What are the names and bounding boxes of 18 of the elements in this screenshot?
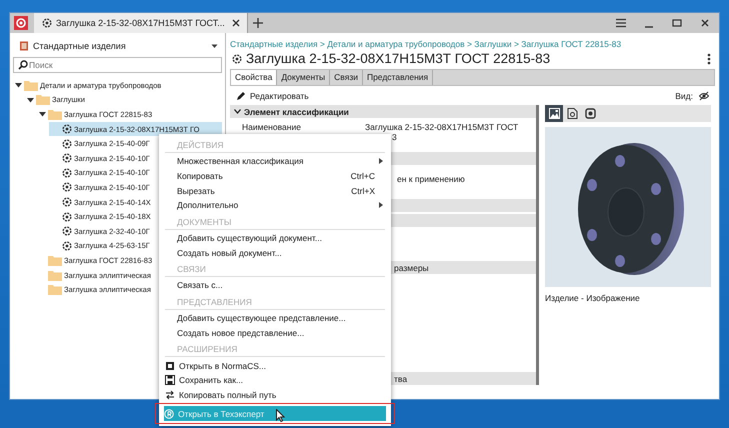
tab-title: Заглушка 2-15-32-08Х17Н15М3Т ГОСТ... bbox=[56, 18, 225, 28]
image-caption: Изделие - Изображение bbox=[545, 293, 641, 303]
menu-section-title: СВЯЗИ bbox=[165, 260, 385, 278]
menu-section-title: ДОКУМЕНТЫ bbox=[165, 212, 385, 230]
property-label: Наименование bbox=[242, 122, 302, 134]
section-title: тва bbox=[394, 374, 408, 384]
view-label: Вид: bbox=[675, 90, 693, 100]
section-title: Элемент классификации bbox=[244, 106, 349, 116]
property-value: Заглушка 2-15-32-08Х17Н15М3Т ГОСТ bbox=[365, 122, 518, 132]
menu-section-title: ПРЕДСТАВЛЕНИЯ bbox=[165, 292, 385, 310]
menu-section-title: ДЕЙСТВИЯ bbox=[165, 136, 385, 153]
section-title: размеры bbox=[394, 262, 429, 272]
menu-section-title: РАСШИРЕНИЯ bbox=[165, 340, 385, 358]
property-value: ен к применению bbox=[397, 174, 465, 186]
shortcut-label: Ctrl+X bbox=[351, 186, 375, 196]
shortcut-label: Ctrl+C bbox=[350, 171, 375, 182]
item-title: Заглушка 2-15-32-08Х17Н15М3Т ГОСТ 22815-83 bbox=[246, 51, 552, 66]
property-value: 3 bbox=[392, 132, 398, 142]
